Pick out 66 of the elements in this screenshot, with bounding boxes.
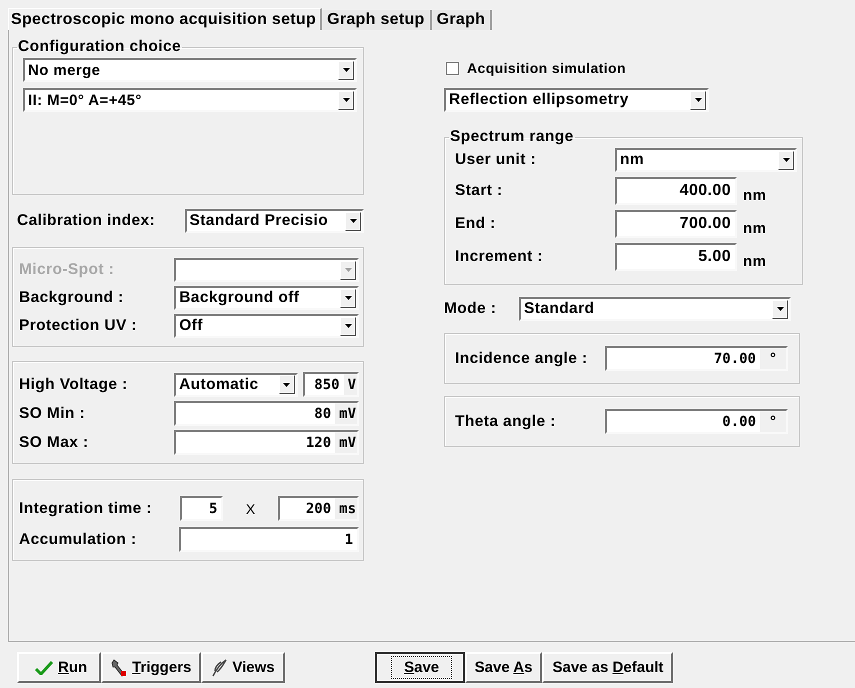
field-label: End : [455, 215, 497, 233]
input-field[interactable]: 5.00 [615, 243, 737, 271]
save-button[interactable]: Save as Default [542, 652, 674, 683]
dropdown[interactable]: Automatic [174, 372, 298, 396]
input-field[interactable]: 1 [179, 527, 359, 552]
caret-icon [340, 316, 356, 336]
input-field[interactable]: 120 mV [174, 430, 359, 455]
input-field[interactable]: 700.00 [615, 210, 737, 238]
input-field[interactable]: 200 ms [278, 496, 359, 521]
caret-icon [340, 288, 356, 308]
field-label: Calibration index: [16, 212, 156, 230]
tab[interactable]: Spectroscopic mono acquisition setup [8, 8, 322, 30]
dropdown[interactable]: Standard Precisio [184, 209, 364, 233]
unit-label: nm [743, 186, 766, 204]
input-field[interactable]: 70.00 ° [605, 346, 788, 371]
caret-icon [338, 90, 354, 110]
tab[interactable]: Graph setup [322, 10, 432, 30]
save-button[interactable]: Save As [464, 652, 542, 683]
dropdown[interactable]: Background off [174, 286, 359, 310]
field-label: High Voltage : [19, 376, 129, 394]
toolbar-button[interactable]: Views [201, 652, 285, 683]
field-label: SO Min : [19, 404, 86, 422]
field-label: SO Max : [19, 434, 90, 452]
group-title: Configuration choice [17, 38, 182, 56]
input-field[interactable]: 0.00 ° [605, 409, 788, 434]
caret-icon [690, 90, 706, 110]
group-title: Spectrum range [449, 128, 575, 146]
field-label: Protection UV : [19, 317, 138, 335]
field-label: Incidence angle : [455, 350, 589, 368]
toolbar-button[interactable]: Triggers [101, 652, 202, 683]
input-field[interactable]: 400.00 [615, 177, 737, 205]
field-label: Micro-Spot : [19, 261, 116, 279]
field-label: Accumulation : [19, 530, 138, 548]
field-label: Theta angle : [455, 412, 557, 430]
caret-icon [338, 60, 354, 80]
dropdown[interactable]: Off [174, 314, 359, 338]
dropdown[interactable]: Standard [519, 297, 791, 321]
input-field[interactable]: 5 [180, 496, 224, 521]
toolbar-button[interactable]: Run [17, 652, 102, 683]
input-field[interactable]: 80 mV [174, 401, 359, 426]
caret-icon [778, 150, 794, 170]
field-label: Mode : [444, 300, 498, 318]
input-field[interactable]: 850 V [302, 372, 359, 397]
field-label: Integration time : [19, 500, 153, 518]
dropdown[interactable]: nm [615, 148, 797, 172]
caret-icon [772, 300, 788, 318]
multiply-sign: X [244, 500, 257, 516]
tools-icon [111, 658, 128, 676]
unit-label: nm [743, 252, 766, 270]
field-label: Start : [455, 182, 504, 200]
dropdown[interactable] [174, 258, 359, 282]
dropdown[interactable]: Reflection ellipsometry [444, 88, 709, 112]
dropdown[interactable]: II: M=0° A=+45° [23, 88, 357, 112]
check-icon [35, 660, 53, 674]
field-label: Background : [19, 289, 125, 307]
save-button[interactable]: Save [374, 652, 465, 683]
checkbox[interactable]: Acquisition simulation [446, 60, 800, 76]
field-label: Increment : [455, 248, 544, 266]
field-label: User unit : [455, 151, 538, 169]
caret-icon [278, 375, 295, 394]
unit-label: nm [743, 220, 766, 236]
dropdown[interactable]: No merge [23, 58, 357, 82]
feather-icon [211, 658, 228, 676]
tab[interactable]: Graph [432, 10, 492, 30]
caret-icon [345, 212, 361, 230]
caret-icon [340, 260, 356, 280]
